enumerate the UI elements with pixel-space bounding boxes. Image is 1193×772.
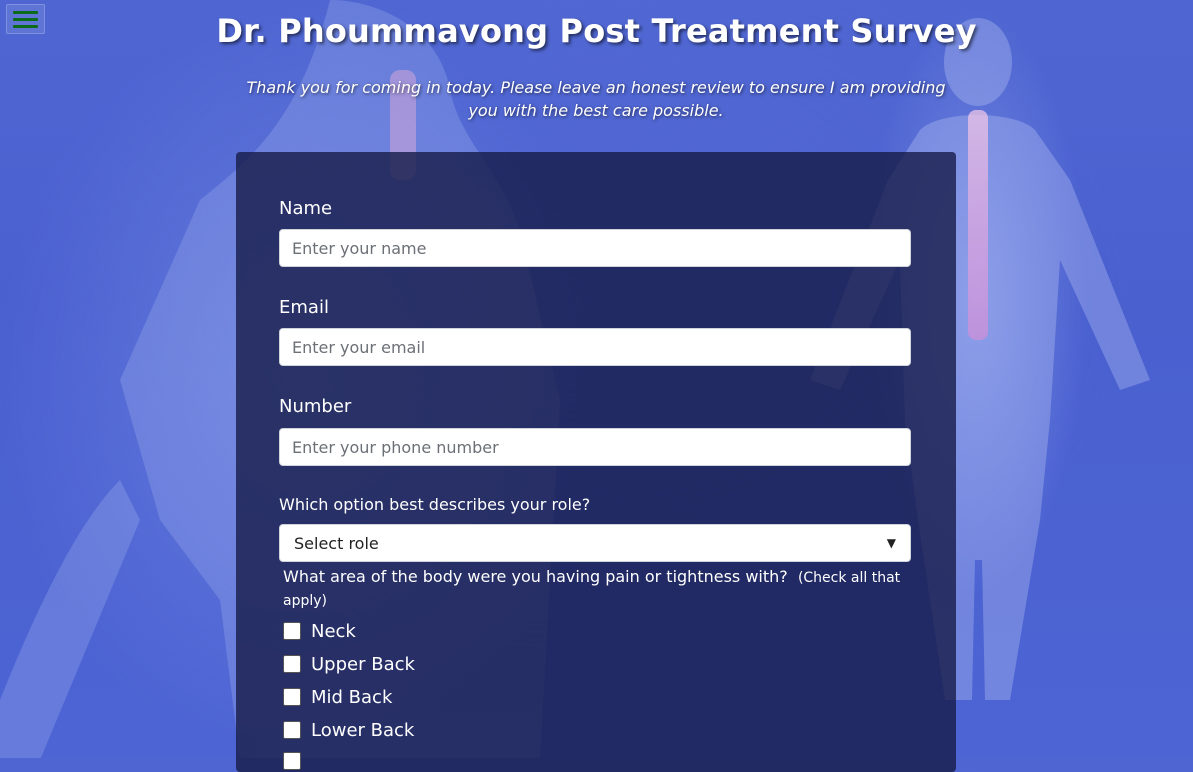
name-input[interactable] (279, 229, 911, 267)
checkbox-option-mid-back[interactable]: Mid Back (283, 686, 392, 708)
checkbox-label: Neck (311, 620, 356, 642)
email-label: Email (279, 297, 329, 318)
name-label: Name (279, 198, 333, 219)
page-subtitle: Thank you for coming in today. Please le… (246, 78, 946, 120)
pain-area-question-text: What area of the body were you having pa… (283, 567, 788, 586)
phone-input[interactable] (279, 428, 911, 466)
checkbox[interactable] (283, 752, 301, 770)
pain-area-question: What area of the body were you having pa… (283, 566, 913, 612)
checkbox-option-lower-back[interactable]: Lower Back (283, 719, 414, 741)
checkbox[interactable] (283, 622, 301, 640)
checkbox-label: Upper Back (311, 653, 415, 675)
checkbox-option-partial[interactable] (283, 750, 301, 772)
checkbox[interactable] (283, 721, 301, 739)
email-input[interactable] (279, 328, 911, 366)
checkbox-option-upper-back[interactable]: Upper Back (283, 653, 415, 675)
checkbox-label: Mid Back (311, 686, 393, 708)
checkbox[interactable] (283, 688, 301, 706)
chevron-down-icon: ▼ (886, 536, 896, 550)
checkbox-label: Lower Back (311, 719, 415, 741)
role-select-value: Select role (294, 533, 379, 553)
role-label: Which option best describes your role? (279, 495, 591, 514)
number-label: Number (279, 396, 352, 417)
role-select[interactable]: Select role ▼ (279, 524, 911, 562)
survey-form: Name Email Number Which option best desc… (236, 152, 956, 772)
checkbox-option-neck[interactable]: Neck (283, 620, 356, 642)
checkbox[interactable] (283, 655, 301, 673)
page-title: Dr. Phoummavong Post Treatment Survey (216, 12, 977, 50)
